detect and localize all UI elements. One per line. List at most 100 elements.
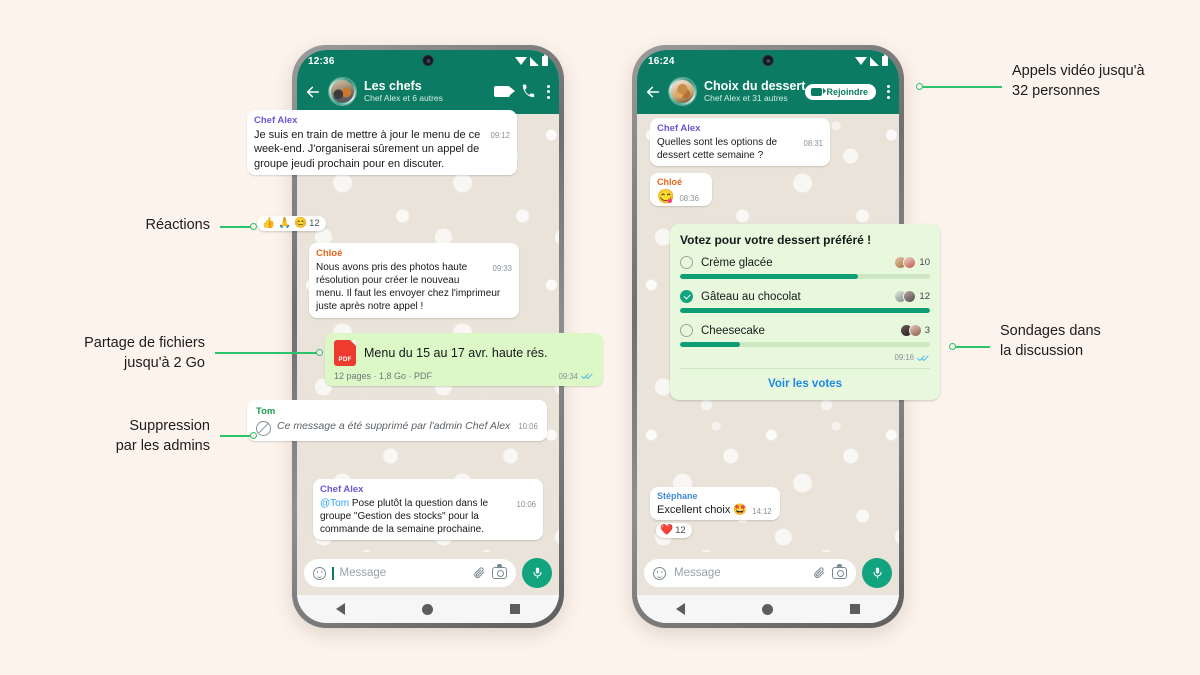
message-bubble[interactable]: Chef Alex 10:06 @Tom Pose plutôt la ques…	[313, 479, 543, 541]
status-bar: 16:24	[637, 50, 899, 72]
message-text: 10:06 @Tom Pose plutôt la question dans …	[320, 497, 536, 536]
poll-vote-count: 12	[919, 291, 930, 302]
message-sender: Chef Alex	[254, 115, 298, 126]
annotation-line: Partage de fichiers	[84, 335, 205, 351]
chat-title-block[interactable]: Les chefs Chef Alex et 6 autres	[364, 79, 487, 104]
message-bubble[interactable]: Chef Alex 08:31 Quelles sont les options…	[650, 118, 830, 167]
camera-icon[interactable]	[832, 564, 847, 579]
paperclip-icon[interactable]	[473, 566, 486, 580]
message-sender: Chef Alex	[657, 123, 701, 134]
message-reactions[interactable]: ❤️ 12	[656, 523, 692, 538]
front-camera-punchhole	[422, 55, 434, 66]
message-text: 09:12 Je suis en train de mettre à jour …	[254, 128, 510, 170]
back-arrow-icon[interactable]	[305, 84, 321, 100]
message-bubble[interactable]: Chef Alex 09:12 Je suis en train de mett…	[247, 110, 517, 176]
recents-nav-icon[interactable]	[850, 604, 861, 614]
poll-option[interactable]: Cheesecake 3	[680, 324, 930, 347]
group-avatar[interactable]	[328, 77, 357, 106]
deleted-message-bubble[interactable]: Tom 10:06 Ce message a été supprimé par …	[247, 400, 547, 441]
message-placeholder: Message	[339, 567, 387, 579]
group-avatar[interactable]	[668, 77, 697, 106]
message-time: 09:16	[894, 353, 914, 362]
smiley-icon[interactable]	[313, 566, 326, 580]
double-check-icon	[581, 373, 593, 380]
message-bubble[interactable]: Chloé 09:33 Nous avons pris des photos h…	[309, 243, 519, 318]
leader-line	[215, 352, 320, 354]
camera-icon[interactable]	[492, 564, 507, 579]
battery-icon	[882, 54, 888, 66]
annotation-line: Sondages dans	[1000, 323, 1101, 339]
text-caret	[332, 566, 334, 580]
poll-option[interactable]: Crème glacée 10	[680, 256, 930, 279]
microphone-icon[interactable]	[522, 558, 552, 588]
paperclip-icon[interactable]	[813, 566, 826, 580]
view-votes-button[interactable]: Voir les votes	[680, 369, 930, 400]
poll-voters[interactable]: 3	[899, 324, 930, 337]
file-row: PDF Menu du 15 au 17 avr. haute rés.	[334, 340, 594, 366]
avatar	[903, 290, 917, 303]
back-arrow-icon[interactable]	[645, 84, 661, 100]
file-meta: 12 pages · 1,8 Go · PDF	[334, 371, 433, 381]
back-nav-icon[interactable]	[675, 603, 685, 615]
emoji-content: 😋	[657, 188, 675, 205]
poll-option-radio[interactable]	[680, 256, 693, 269]
poll-option[interactable]: Gâteau au chocolat 12	[680, 290, 930, 313]
message-time: 10:06	[516, 499, 536, 509]
status-clock: 12:36	[308, 55, 335, 67]
voter-avatars	[899, 324, 922, 337]
signal-icon	[870, 56, 879, 66]
wifi-icon	[855, 57, 867, 65]
message-time: 09:12	[490, 130, 510, 140]
home-nav-icon[interactable]	[761, 603, 773, 615]
poll-option-radio[interactable]	[680, 324, 693, 337]
chat-title: Les chefs	[364, 79, 422, 94]
poll-question: Votez pour votre dessert préféré !	[680, 233, 872, 247]
deleted-row: 10:06 Ce message a été supprimé par l'ad…	[256, 419, 538, 436]
message-sender: Chloé	[657, 177, 683, 187]
chat-title-block[interactable]: Choix du dessert Chef Alex et 31 autres	[704, 79, 806, 104]
message-reactions[interactable]: 👍 🙏 😊 12	[257, 216, 326, 231]
voter-avatars	[894, 290, 917, 303]
leader-dot	[250, 432, 257, 439]
join-call-label: Rejoindre	[826, 86, 868, 97]
chat-title: Choix du dessert	[704, 79, 806, 94]
file-message-bubble[interactable]: PDF Menu du 15 au 17 avr. haute rés. 12 …	[325, 333, 603, 386]
poll-option-row: Cheesecake 3	[680, 324, 930, 337]
message-time: 14:12	[752, 507, 772, 517]
voice-call-icon[interactable]	[521, 84, 536, 99]
status-clock: 16:24	[648, 55, 675, 67]
leader-line	[220, 435, 254, 437]
poll-option-label: Cheesecake	[701, 324, 765, 337]
annotation-line: Suppression	[129, 418, 210, 434]
video-call-icon[interactable]	[494, 86, 515, 97]
smiley-icon[interactable]	[653, 566, 666, 580]
message-time: 08:31	[803, 138, 823, 148]
message-bubble[interactable]: Stéphane Excellent choix 🤩 14:12	[650, 487, 780, 521]
poll-voters[interactable]: 10	[894, 256, 930, 269]
message-sender: Chef Alex	[320, 484, 364, 495]
overflow-menu-icon[interactable]	[547, 84, 550, 99]
microphone-icon[interactable]	[862, 558, 892, 588]
message-time: 09:34	[558, 371, 578, 381]
back-nav-icon[interactable]	[335, 603, 345, 615]
message-input-field[interactable]: Message	[644, 559, 856, 587]
voter-avatars	[894, 256, 917, 269]
poll-option-radio-selected[interactable]	[680, 290, 693, 303]
user-mention[interactable]: @Tom	[320, 498, 349, 509]
poll-vote-count: 10	[919, 257, 930, 268]
annotation-line: la discussion	[1000, 342, 1084, 359]
poll-progress-fill	[680, 342, 740, 347]
message-input-field[interactable]: Message	[304, 559, 516, 587]
annotation-line: jusqu'à 2 Go	[124, 354, 205, 371]
join-call-button[interactable]: Rejoindre	[805, 83, 876, 100]
poll-voters[interactable]: 12	[894, 290, 930, 303]
home-nav-icon[interactable]	[421, 603, 433, 615]
screenshot-root: 12:36 Les chefs Chef Alex et 6 autres Me…	[0, 0, 1200, 675]
status-icons	[515, 54, 548, 66]
overflow-menu-icon[interactable]	[887, 84, 890, 99]
emoji-message-bubble[interactable]: Chloé 😋 08:36	[650, 173, 712, 207]
recents-nav-icon[interactable]	[510, 604, 521, 614]
android-nav-bar	[637, 595, 899, 623]
pdf-file-icon: PDF	[334, 340, 356, 366]
poll-card[interactable]: Votez pour votre dessert préféré ! Crème…	[670, 224, 940, 400]
